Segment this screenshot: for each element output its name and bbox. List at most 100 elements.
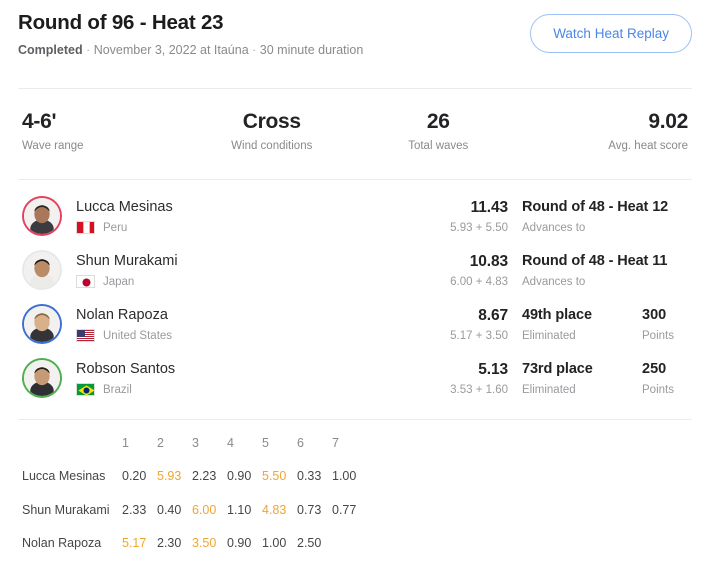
usa-flag [76, 329, 95, 342]
country-label: Japan [103, 275, 135, 288]
surfer-row[interactable]: Lucca Mesinas Peru 11.43 5.93 + 5.50 Round o… [18, 189, 692, 243]
advance-result-column: Round of 48 - Heat 11 Advances to [522, 252, 667, 290]
surfer-result: 8.67 5.17 + 3.50 49th place Eliminated 300 Po… [418, 304, 692, 344]
stat-value: Cross [242, 110, 301, 133]
points-label: Points [642, 384, 674, 396]
points-column: 300 Points [642, 306, 692, 344]
country-label: Brazil [103, 383, 132, 396]
wave-score: 2.30 [157, 536, 182, 551]
wave-column-header: 1 [122, 435, 129, 450]
points-value: 300 [642, 307, 667, 323]
result-title: 49th place [522, 307, 592, 323]
stat-label: Avg. heat score [608, 140, 688, 152]
stat-wind-conditions: Cross Wind conditions [189, 109, 356, 154]
result-title: Round of 48 - Heat 11 [522, 253, 668, 269]
advance-result-column: 73rd place Eliminated [522, 360, 642, 398]
surfer-identity: Lucca Mesinas Peru [18, 196, 418, 236]
surfer-name: Shun Murakami [76, 253, 178, 269]
wave-score: 0.20 [122, 469, 147, 484]
wave-score: 0.33 [297, 469, 322, 484]
heat-detail-page: Round of 96 - Heat 23 Completed · Novemb… [0, 0, 710, 571]
country-label: United States [103, 329, 173, 342]
avatar [24, 252, 60, 288]
heat-total-score: 8.67 [478, 307, 508, 324]
points-value: 250 [642, 361, 667, 377]
surfer-result: 10.83 6.00 + 4.83 Round of 48 - Heat 11 Adv… [418, 250, 692, 290]
wave-score: 0.40 [157, 502, 182, 517]
avatar-ring [22, 358, 62, 398]
points-column [668, 198, 692, 201]
wave-row-surfer-name: Nolan Rapoza [22, 536, 102, 551]
wave-column-header: 7 [332, 435, 339, 450]
surfer-nationality: United States [76, 329, 172, 342]
avatar [24, 306, 60, 342]
avatar-ring [22, 250, 62, 290]
heat-score-column: 5.13 3.53 + 1.60 [418, 360, 522, 398]
wave-score-counting: 5.50 [262, 469, 287, 484]
stat-label: Wave range [22, 140, 84, 152]
heat-header-text: Round of 96 - Heat 23 Completed · Novemb… [18, 8, 363, 58]
surfer-results-list: Lucca Mesinas Peru 11.43 5.93 + 5.50 Round o… [18, 180, 692, 405]
wave-column-header: 6 [297, 435, 304, 450]
surfer-result: 11.43 5.93 + 5.50 Round of 48 - Heat 12 Adv… [418, 196, 692, 236]
surfer-name: Lucca Mesinas [76, 199, 173, 215]
wave-score: 2.23 [192, 469, 217, 484]
wave-score: 0.73 [297, 502, 322, 517]
heat-total-score: 10.83 [469, 253, 508, 270]
wave-score: 0.90 [227, 536, 252, 551]
brazil-flag [76, 383, 95, 396]
wave-score: 1.10 [227, 502, 252, 517]
result-status: Eliminated [522, 330, 576, 342]
wave-row-surfer-name: Lucca Mesinas [22, 469, 106, 484]
surfer-info: Shun Murakami Japan [76, 252, 178, 288]
status-badge: Completed [18, 43, 83, 57]
surfer-result: 5.13 3.53 + 1.60 73rd place Eliminated 250 Po… [418, 358, 692, 398]
peru-flag [76, 221, 95, 234]
japan-flag [76, 275, 95, 288]
result-title: Round of 48 - Heat 12 [522, 199, 669, 215]
wave-column-header: 4 [227, 435, 234, 450]
wave-table-row: Shun Murakami 2.33 0.40 6.00 1.10 4.83 0.73 0.7… [18, 493, 692, 527]
avatar [24, 360, 60, 396]
wave-score-counting: 3.50 [192, 536, 217, 551]
avatar-ring [22, 196, 62, 236]
surfer-info: Nolan Rapoza United States [76, 306, 172, 342]
wave-score-counting: 4.83 [262, 502, 287, 517]
wave-score: 1.00 [332, 469, 357, 484]
wave-column-header: 2 [157, 435, 164, 450]
wave-scores-table: 1 2 3 4 5 6 7 Lucca Mesinas 0.20 5.93 2.23 0.90 5.50… [18, 420, 692, 571]
wave-table-row: Robson Santos0.370.701.600.333.530.47 [18, 560, 692, 571]
wave-score: 1.00 [262, 536, 287, 551]
wave-row-surfer-name: Shun Murakami [22, 502, 110, 517]
result-status: Advances to [522, 222, 586, 234]
avatar [24, 198, 60, 234]
surfer-row[interactable]: Robson Santos Brazil 5.13 3.53 + 1.60 73rd p… [18, 351, 692, 405]
stat-label: Total waves [408, 140, 469, 152]
wave-score: 0.90 [227, 469, 252, 484]
result-status: Eliminated [522, 384, 576, 396]
wave-score: 2.33 [122, 502, 147, 517]
wave-table-header-row: 1 2 3 4 5 6 7 [18, 426, 692, 460]
result-status: Advances to [522, 276, 586, 288]
heat-total-score: 11.43 [470, 199, 509, 216]
stat-value: 4-6' [22, 110, 57, 133]
heat-score-column: 10.83 6.00 + 4.83 [418, 252, 522, 290]
surfer-row[interactable]: Nolan Rapoza United States 8.67 5.17 + 3.50… [18, 297, 692, 351]
watch-heat-replay-button[interactable]: Watch Heat Replay [530, 14, 692, 53]
heat-subtitle: Completed · November 3, 2022 at Itaúna ·… [18, 43, 364, 57]
stat-total-waves: 26 Total waves [355, 109, 522, 154]
heat-header: Round of 96 - Heat 23 Completed · Novemb… [18, 0, 692, 58]
surfer-nationality: Peru [76, 221, 173, 234]
points-label: Points [642, 330, 674, 342]
stat-value: 9.02 [648, 110, 688, 133]
stat-avg-heat-score: 9.02 Avg. heat score [522, 109, 693, 154]
page-title: Round of 96 - Heat 23 [18, 11, 224, 34]
advance-result-column: 49th place Eliminated [522, 306, 642, 344]
surfer-nationality: Japan [76, 275, 178, 288]
surfer-row[interactable]: Shun Murakami Japan 10.83 6.00 + 4.83 Round … [18, 243, 692, 297]
surfer-name: Robson Santos [76, 361, 176, 377]
heat-total-score: 5.13 [478, 361, 508, 378]
surfer-identity: Shun Murakami Japan [18, 250, 418, 290]
heat-duration: 30 minute duration [259, 43, 364, 57]
surfer-identity: Robson Santos Brazil [18, 358, 418, 398]
